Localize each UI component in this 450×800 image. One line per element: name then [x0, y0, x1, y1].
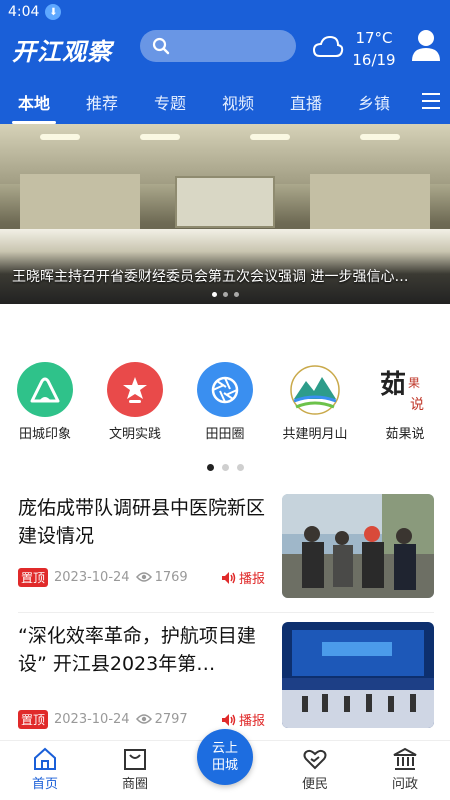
- mountain-icon: [17, 362, 73, 417]
- view-count-value: 2797: [154, 711, 188, 727]
- news-date: 2023-10-24: [54, 569, 130, 585]
- tab-topics[interactable]: 专题: [136, 90, 204, 114]
- banner-carousel[interactable]: 王晓晖主持召开省委财经委员会第五次会议强调 进一步强信心…: [0, 124, 450, 304]
- nav-shop-label: 商圈: [121, 777, 148, 792]
- search-icon: [152, 37, 170, 55]
- nav-politics-label: 问政: [391, 777, 418, 792]
- star-ribbon-icon: [107, 362, 163, 417]
- banner-dot: [233, 292, 239, 297]
- news-thumbnail[interactable]: [282, 494, 434, 598]
- cloud-city-button[interactable]: 云上 田城: [197, 729, 253, 785]
- shortcut-label: 文明实践: [108, 427, 161, 442]
- news-item[interactable]: “深化效率革命，护航项目建设” 开江县2023年第… 置顶 2023-10-24…: [18, 622, 434, 732]
- view-count: 2797: [135, 711, 188, 727]
- cloud-city-label-2: 田城: [211, 758, 238, 773]
- weather-info: 17°C 16/19: [350, 27, 398, 71]
- banner-dot: [211, 292, 217, 297]
- shortcut-mingyue-mountain[interactable]: 共建明月山: [270, 362, 360, 442]
- weather-temp: 17°C: [355, 29, 393, 47]
- news-date: 2023-10-24: [54, 711, 130, 727]
- cloud-icon[interactable]: [312, 32, 344, 60]
- app-header: 4:04 ⬇ 开江观察 17°C 16/19 本地 推荐 专题 视频 直播 乡镇: [0, 0, 450, 124]
- menu-icon[interactable]: [422, 92, 440, 110]
- pinned-badge: 置顶: [18, 709, 49, 729]
- status-time: 4:04: [8, 4, 40, 20]
- banner-dot: [222, 292, 228, 297]
- tab-live[interactable]: 直播: [272, 90, 340, 114]
- page-dot: [236, 464, 244, 471]
- shop-icon: [124, 749, 146, 770]
- eye-icon: [135, 714, 152, 724]
- shortcut-civilization-practice[interactable]: 文明实践: [90, 362, 180, 442]
- broadcast-label: 播报: [239, 572, 266, 587]
- mountain-logo-icon: [287, 362, 343, 417]
- nav-politics[interactable]: 问政: [360, 741, 450, 800]
- nav-home-label: 首页: [31, 777, 58, 792]
- shortcut-label: 田田圈: [205, 427, 245, 442]
- view-count: 1769: [135, 569, 188, 585]
- shortcut-label: 田城印象: [18, 427, 71, 442]
- app-logo: 开江观察: [12, 38, 112, 66]
- user-avatar-icon[interactable]: [410, 28, 442, 62]
- nav-service-label: 便民: [301, 777, 328, 792]
- eye-icon: [135, 572, 152, 582]
- shortcut-ruguo-talk[interactable]: 茹果说 茹果说: [360, 362, 450, 442]
- speaker-icon: [222, 713, 236, 726]
- news-title[interactable]: “深化效率革命，护航项目建设” 开江县2023年第…: [18, 622, 272, 678]
- channel-tabs: 本地 推荐 专题 视频 直播 乡镇: [0, 82, 450, 124]
- view-count-value: 1769: [154, 569, 188, 585]
- weather-range: 16/19: [352, 51, 396, 69]
- broadcast-label: 播报: [239, 714, 266, 729]
- svg-text:果: 果: [408, 376, 420, 390]
- page-dot: [221, 464, 229, 471]
- pinned-badge: 置顶: [18, 567, 49, 587]
- shortcut-grid: 田城印象 文明实践 田田圈 共建明月山 茹果说 茹果说: [0, 362, 450, 442]
- shortcut-page-indicator: [0, 464, 450, 471]
- shortcut-tiancheng-impression[interactable]: 田城印象: [0, 362, 90, 442]
- tab-video[interactable]: 视频: [204, 90, 272, 114]
- heart-hand-icon: [303, 749, 327, 770]
- news-item[interactable]: 庞佑成带队调研县中医院新区建设情况 置顶 2023-10-24 1769 播报: [18, 494, 434, 604]
- page-dot: [206, 464, 214, 471]
- cloud-city-label-1: 云上: [211, 741, 238, 756]
- shortcut-label: 茹果说: [385, 427, 425, 442]
- calligraphy-logo-icon: 茹果说: [377, 362, 433, 417]
- tab-recommend[interactable]: 推荐: [68, 90, 136, 114]
- banner-indicator: [0, 292, 450, 297]
- shortcut-label: 共建明月山: [282, 427, 348, 442]
- banner-title[interactable]: 王晓晖主持召开省委财经委员会第五次会议强调 进一步强信心…: [12, 266, 442, 286]
- speaker-icon: [222, 571, 236, 584]
- government-icon: [393, 747, 417, 770]
- status-bar: 4:04 ⬇: [8, 2, 62, 22]
- search-input[interactable]: [140, 30, 296, 62]
- nav-home[interactable]: 首页: [0, 741, 90, 800]
- svg-text:茹: 茹: [380, 370, 406, 400]
- shortcut-tiantian-circle[interactable]: 田田圈: [180, 362, 270, 442]
- news-title[interactable]: 庞佑成带队调研县中医院新区建设情况: [18, 494, 272, 550]
- tab-towns[interactable]: 乡镇: [340, 90, 408, 114]
- download-icon: ⬇: [45, 4, 62, 20]
- svg-text:说: 说: [410, 397, 424, 413]
- home-icon: [34, 747, 56, 770]
- nav-shop[interactable]: 商圈: [90, 741, 180, 800]
- nav-service[interactable]: 便民: [270, 741, 360, 800]
- news-divider: [18, 612, 434, 613]
- news-thumbnail[interactable]: [282, 622, 434, 728]
- aperture-icon: [197, 362, 253, 417]
- tab-local[interactable]: 本地: [0, 90, 68, 124]
